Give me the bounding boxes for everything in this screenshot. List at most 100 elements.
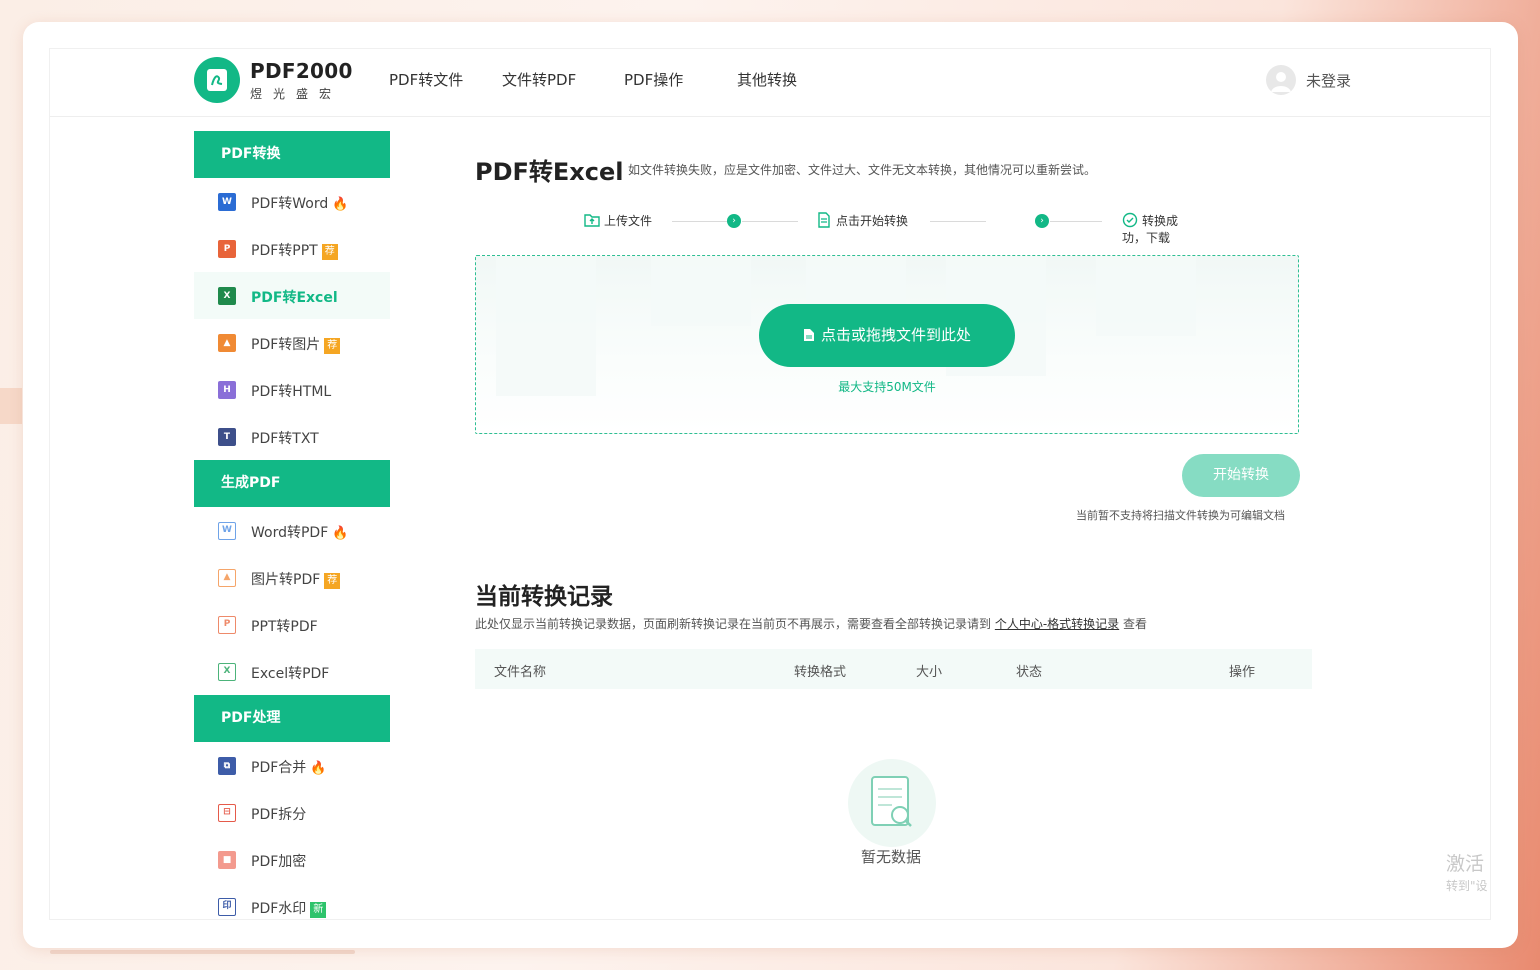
image-to-pdf-icon: ▲: [218, 569, 236, 587]
ppt-icon: P: [218, 240, 236, 258]
nav-file-to-pdf[interactable]: 文件转PDF: [502, 69, 576, 90]
recommend-badge: 荐: [324, 338, 341, 354]
step-line: [1050, 221, 1102, 222]
sidebar-group-create-pdf: 生成PDF: [194, 460, 390, 507]
dropzone-decoration: [496, 256, 596, 396]
page-hint: 如文件转换失败，应是文件加密、文件过大、文件无文本转换，其他情况可以重新尝试。: [628, 163, 1097, 177]
document-icon: [818, 212, 830, 228]
activation-watermark: 激活: [1446, 853, 1485, 875]
upload-size-note: 最大支持50M文件: [838, 380, 936, 394]
sidebar-item-pdf-split[interactable]: ⊟ PDF拆分: [194, 789, 390, 836]
step-download: 转换成功，下载: [1122, 212, 1184, 246]
step-start-label: 点击开始转换: [836, 214, 909, 228]
records-desc-suffix: 查看: [1123, 617, 1148, 631]
brand-subtitle: 煜光盛宏: [250, 87, 343, 101]
split-icon: ⊟: [218, 804, 236, 822]
sidebar-item-pdf-to-txt[interactable]: T PDF转TXT: [194, 413, 390, 460]
sidebar-item-label: PDF加密: [251, 854, 307, 870]
logo-icon[interactable]: [194, 57, 240, 103]
sidebar-item-pdf-to-excel[interactable]: X PDF转Excel: [194, 272, 390, 319]
sidebar-item-label: 图片转PDF: [251, 572, 321, 588]
dropzone-decoration: [1096, 256, 1196, 336]
step-arrow-icon: ›: [1035, 214, 1049, 228]
step-line: [930, 221, 986, 222]
lock-icon: ■: [218, 851, 236, 869]
recommend-badge: 荐: [321, 244, 338, 260]
column-actions: 操作: [1229, 665, 1256, 680]
sidebar-item-pdf-to-image[interactable]: ▲ PDF转图片荐: [194, 319, 390, 366]
records-table-header: 文件名称 转换格式 大小 状态 操作: [475, 649, 1312, 689]
image-icon: ▲: [218, 334, 236, 352]
records-desc-text: 此处仅显示当前转换记录数据，页面刷新转换记录在当前页不再展示，需要查看全部转换记…: [475, 617, 992, 631]
hot-fire-icon: 🔥: [332, 197, 349, 212]
step-upload-label: 上传文件: [604, 214, 653, 228]
start-convert-note: 当前暂不支持将扫描文件转换为可编辑文档: [1076, 509, 1285, 522]
step-upload: 上传文件: [584, 212, 652, 229]
user-avatar-icon[interactable]: [1266, 65, 1296, 95]
empty-state-icon: [848, 759, 936, 847]
nav-pdf-operations[interactable]: PDF操作: [624, 69, 683, 90]
sidebar-group-pdf-convert: PDF转换: [194, 131, 390, 178]
watermark-icon: 印: [218, 898, 236, 916]
ppt-to-pdf-icon: P: [218, 616, 236, 634]
sidebar-item-pdf-encrypt[interactable]: ■ PDF加密: [194, 836, 390, 883]
upload-dropzone[interactable]: 点击或拖拽文件到此处 最大支持50M文件: [475, 255, 1299, 434]
sidebar-item-label: PDF转图片: [251, 337, 321, 353]
records-title: 当前转换记录: [475, 584, 613, 610]
merge-icon: ⧉: [218, 757, 236, 775]
dropzone-decoration: [651, 256, 751, 326]
sidebar-item-label: Excel转PDF: [251, 666, 330, 682]
txt-icon: T: [218, 428, 236, 446]
sidebar-group-pdf-process: PDF处理: [194, 695, 390, 742]
login-link[interactable]: 未登录: [1306, 70, 1351, 91]
sidebar-item-label: PDF拆分: [251, 807, 307, 823]
step-line: [742, 221, 798, 222]
conversion-steps: 上传文件 › 点击开始转换 › 转换成功，下载: [584, 209, 1184, 245]
excel-icon: X: [218, 287, 236, 305]
column-status: 状态: [1016, 665, 1043, 680]
background-glow: [0, 388, 22, 424]
word-icon: W: [218, 193, 236, 211]
browser-window: PDF2000 煜光盛宏 PDF转文件 文件转PDF PDF操作 其他转换 未登…: [23, 22, 1518, 948]
empty-state-text: 暂无数据: [861, 848, 922, 866]
taskbar-hint: [50, 950, 355, 954]
html-icon: H: [218, 381, 236, 399]
word-to-pdf-icon: W: [218, 522, 236, 540]
sidebar-item-pdf-to-ppt[interactable]: P PDF转PPT 荐: [194, 225, 390, 272]
sidebar-item-label: PDF转PPT: [251, 243, 318, 259]
page: PDF2000 煜光盛宏 PDF转文件 文件转PDF PDF操作 其他转换 未登…: [49, 48, 1491, 920]
records-center-link[interactable]: 个人中心-格式转换记录: [995, 617, 1119, 631]
sidebar-item-label: PDF水印: [251, 901, 307, 917]
step-arrow-icon: ›: [727, 214, 741, 228]
upload-button-label: 点击或拖拽文件到此处: [820, 326, 971, 344]
nav-pdf-to-file[interactable]: PDF转文件: [389, 69, 463, 90]
column-size: 大小: [916, 665, 943, 680]
sidebar-item-pdf-to-word[interactable]: W PDF转Word 🔥: [194, 178, 390, 225]
sidebar-item-pdf-watermark[interactable]: 印 PDF水印新: [194, 883, 390, 919]
file-icon: [803, 329, 814, 341]
sidebar: PDF转换 W PDF转Word 🔥 P PDF转PPT 荐 X PDF转Excel…: [194, 131, 390, 919]
sidebar-item-label: PDF转Excel: [251, 290, 338, 306]
sidebar-item-label: Word转PDF: [251, 525, 329, 541]
hot-fire-icon: 🔥: [332, 526, 349, 541]
sidebar-item-pdf-to-html[interactable]: H PDF转HTML: [194, 366, 390, 413]
hot-fire-icon: 🔥: [310, 761, 327, 776]
start-convert-button[interactable]: 开始转换: [1182, 454, 1300, 497]
sidebar-item-label: PDF转HTML: [251, 384, 332, 400]
sidebar-item-image-to-pdf[interactable]: ▲ 图片转PDF 荐: [194, 554, 390, 601]
nav-other-conversions[interactable]: 其他转换: [737, 69, 797, 90]
records-description: 此处仅显示当前转换记录数据，页面刷新转换记录在当前页不再展示，需要查看全部转换记…: [475, 615, 1147, 632]
sidebar-item-pdf-merge[interactable]: ⧉ PDF合并 🔥: [194, 742, 390, 789]
activation-watermark-sub: 转到"设: [1446, 879, 1488, 893]
sidebar-item-ppt-to-pdf[interactable]: P PPT转PDF: [194, 601, 390, 648]
recommend-badge: 荐: [324, 573, 341, 589]
sidebar-item-label: PDF转Word: [251, 196, 329, 212]
check-circle-icon: [1122, 212, 1138, 228]
upload-button[interactable]: 点击或拖拽文件到此处: [759, 304, 1015, 367]
sidebar-item-word-to-pdf[interactable]: W Word转PDF 🔥: [194, 507, 390, 554]
sidebar-item-excel-to-pdf[interactable]: X Excel转PDF: [194, 648, 390, 695]
brand-name[interactable]: PDF2000: [250, 59, 353, 83]
upload-folder-icon: [584, 214, 600, 227]
sidebar-item-label: PDF转TXT: [251, 431, 319, 447]
step-start: 点击开始转换: [816, 212, 908, 229]
